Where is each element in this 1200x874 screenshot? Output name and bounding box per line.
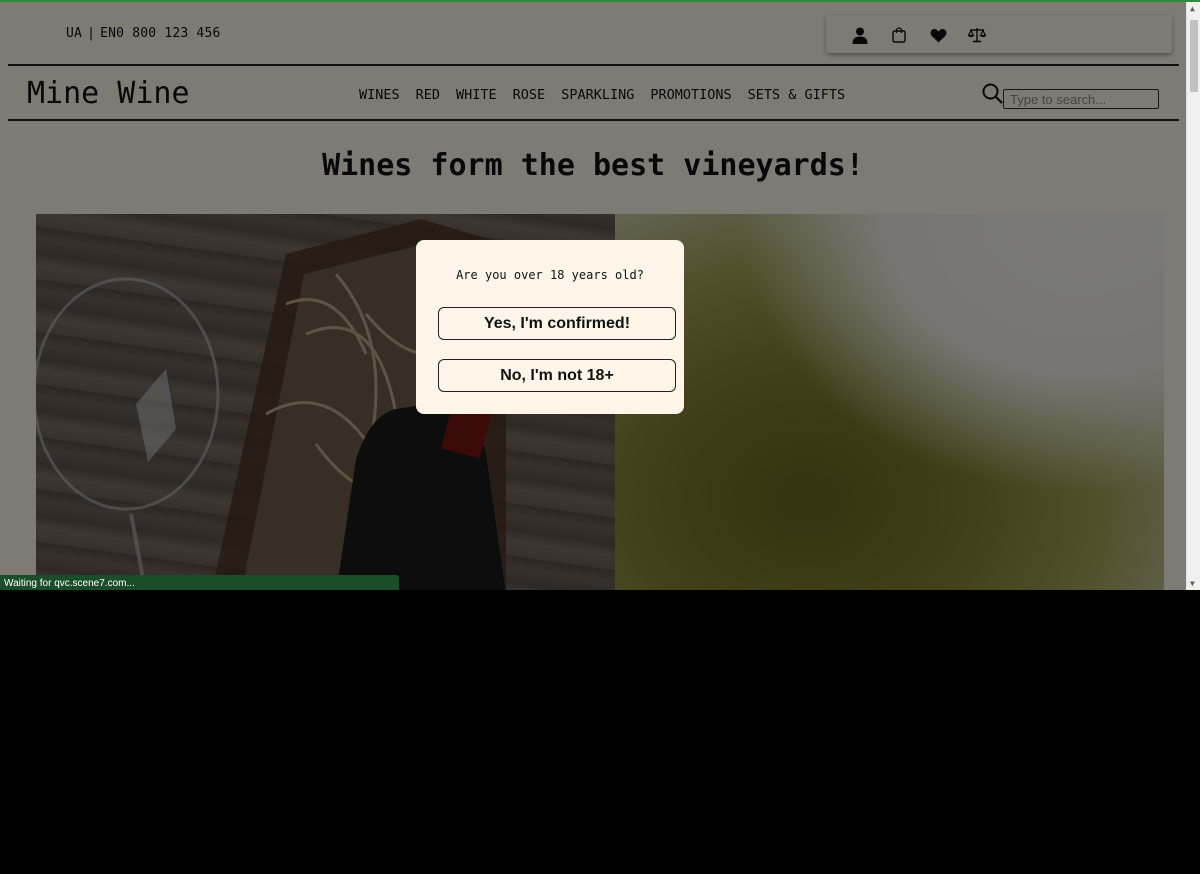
age-question: Are you over 18 years old? (456, 268, 644, 282)
scroll-down-icon[interactable]: ▼ (1190, 579, 1195, 588)
browser-viewport: UA|EN0 800 123 456 Mine Wine WINES RED W… (0, 0, 1200, 590)
browser-status-bar: Waiting for qvc.scene7.com... (0, 575, 399, 590)
scrollbar-thumb[interactable] (1190, 20, 1198, 92)
page-scrollbar[interactable]: ▲ ▼ (1186, 2, 1200, 590)
confirm-age-button[interactable]: Yes, I'm confirmed! (438, 307, 676, 340)
scroll-up-icon[interactable]: ▲ (1190, 4, 1195, 13)
deny-age-button[interactable]: No, I'm not 18+ (438, 359, 676, 392)
age-verification-modal: Are you over 18 years old? Yes, I'm conf… (416, 240, 684, 414)
